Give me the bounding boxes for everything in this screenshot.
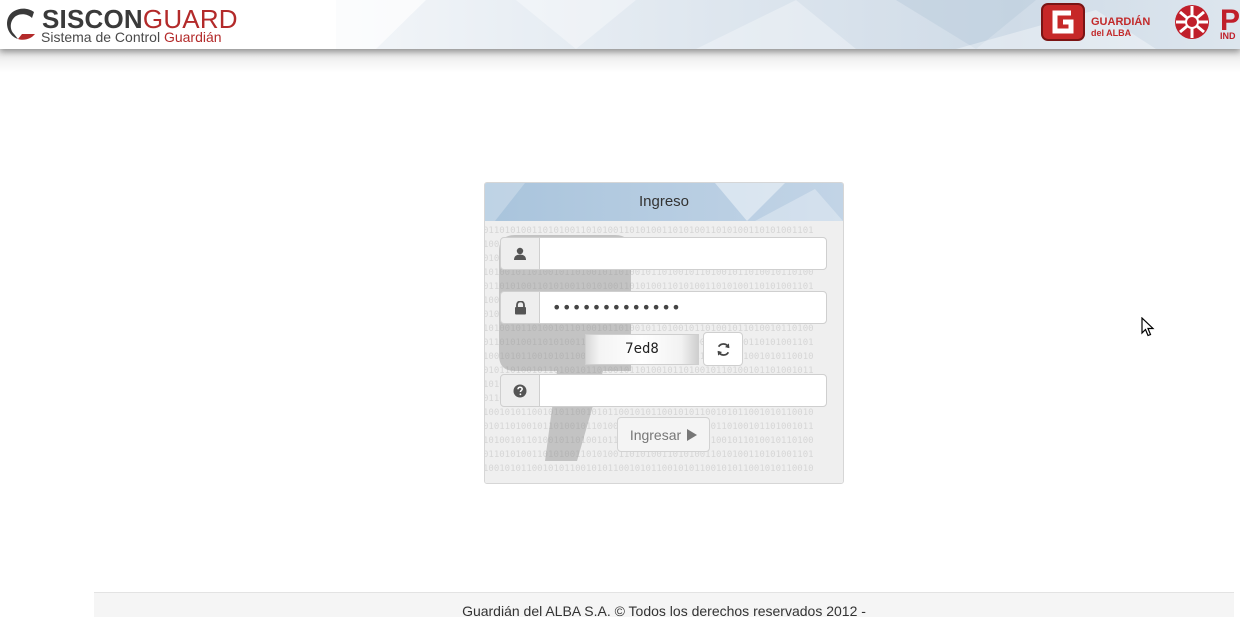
logo-subtitle-part1: Sistema de Control	[41, 29, 164, 45]
guardian-g-icon	[1041, 3, 1085, 41]
guardian-del-alba-logo: GUARDIÁN del ALBA	[1041, 3, 1171, 45]
brand-guardian-text: GUARDIÁN	[1091, 16, 1151, 28]
svg-text:011010100110101001101010011010: 0110101001101010011010100110101001101010…	[485, 226, 814, 236]
partner-subtext: IND	[1220, 31, 1236, 41]
question-addon	[500, 374, 540, 407]
header-shadow-band	[0, 49, 1240, 73]
captcha-text: 7ed8	[625, 341, 659, 357]
captcha-image: 7ed8	[585, 334, 699, 365]
play-icon	[687, 428, 698, 441]
partner-logo: P IND	[1172, 4, 1240, 44]
question-circle-icon	[513, 384, 527, 397]
brand-del-alba-text: del ALBA	[1091, 28, 1132, 38]
password-group	[500, 291, 827, 324]
logo-mark-icon	[7, 8, 35, 40]
captcha-refresh-button[interactable]	[703, 332, 743, 366]
panel-heading: Ingreso	[485, 183, 843, 221]
user-addon	[500, 237, 540, 270]
ingresar-label: Ingresar	[629, 426, 682, 443]
svg-text:100101011001010110010101100101: 1001010110010101100101011001010110010101…	[485, 464, 814, 474]
username-group	[500, 237, 827, 270]
logo-subtitle-part2: Guardián	[163, 29, 222, 45]
ingresar-button[interactable]: Ingresar	[617, 417, 710, 452]
user-icon	[514, 247, 526, 260]
login-panel: 0110101001101010011010100110101001101010…	[484, 182, 844, 484]
page-footer: Guardián del ALBA S.A. © Todos los derec…	[94, 592, 1234, 617]
captcha-answer-input[interactable]	[539, 374, 827, 407]
lock-icon	[514, 300, 526, 314]
username-input[interactable]	[539, 237, 827, 270]
refresh-icon	[717, 342, 729, 356]
mouse-cursor-icon	[1141, 317, 1155, 337]
footer-text: Guardián del ALBA S.A. © Todos los derec…	[462, 603, 866, 617]
lock-addon	[500, 291, 540, 324]
password-input[interactable]	[539, 291, 827, 324]
panel-title: Ingreso	[638, 193, 690, 210]
partner-emblem-icon	[1175, 5, 1209, 39]
app-header: SISCONGUARD Sistema de Control Guardián …	[0, 0, 1240, 49]
captcha-answer-group	[500, 374, 827, 407]
logo-subtitle: Sistema de Control Guardián	[41, 29, 222, 45]
